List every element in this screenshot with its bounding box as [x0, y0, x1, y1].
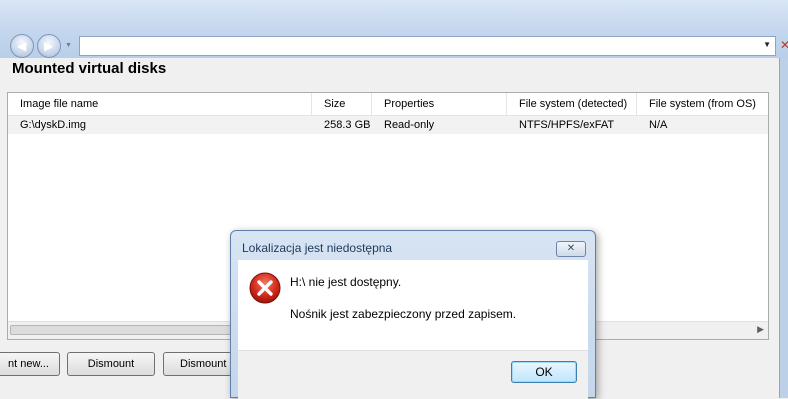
mount-new-button[interactable]: nt new... [0, 352, 60, 376]
error-detail: Nośnik jest zabezpieczony przed zapisem. [290, 307, 517, 321]
forward-arrow-icon: ▶ [44, 39, 54, 53]
dialog-title: Lokalizacja jest niedostępna [242, 241, 393, 255]
column-header-image[interactable]: Image file name [8, 93, 312, 116]
column-header-fs-detected[interactable]: File system (detected) [507, 93, 637, 116]
column-header-fs-os[interactable]: File system (from OS) [637, 93, 768, 116]
forward-button[interactable]: ▶ [37, 34, 61, 58]
cell-image: G:\dyskD.img [20, 119, 87, 131]
scroll-right-icon[interactable]: ▶ [757, 324, 764, 335]
column-header-properties[interactable]: Properties [372, 93, 507, 116]
dismount-button[interactable]: Dismount [67, 352, 155, 376]
error-icon [249, 272, 281, 304]
close-icon: ✕ [566, 243, 576, 254]
scrollbar-thumb[interactable] [10, 325, 240, 335]
page-title: Mounted virtual disks [12, 60, 167, 77]
back-button[interactable]: ◀ [10, 34, 34, 58]
chevron-down-icon[interactable]: ▼ [763, 40, 771, 49]
dialog-close-button[interactable]: ✕ [556, 241, 586, 257]
close-icon[interactable]: ✕ [780, 38, 788, 52]
window-edge [779, 58, 788, 398]
history-dropdown-icon[interactable]: ▼ [65, 42, 72, 49]
address-bar[interactable]: ▼ [79, 36, 776, 56]
error-message: H:\ nie jest dostępny. [290, 275, 402, 289]
cell-size: 258.3 GB [324, 119, 371, 131]
back-arrow-icon: ◀ [17, 39, 27, 53]
ok-button[interactable]: OK [511, 361, 577, 383]
table-row[interactable]: G:\dyskD.img 258.3 GB Read-only NTFS/HPF… [8, 116, 768, 134]
column-header-size[interactable]: Size [312, 93, 372, 116]
dialog-footer: OK [238, 350, 588, 399]
dialog-body: H:\ nie jest dostępny. Nośnik jest zabez… [238, 260, 588, 350]
error-dialog: Lokalizacja jest niedostępna ✕ H:\ nie j… [230, 230, 596, 399]
cell-properties: Read-only [384, 119, 435, 131]
cell-fs-detected: NTFS/HPFS/exFAT [519, 119, 615, 131]
cell-fs-os: N/A [649, 119, 668, 131]
